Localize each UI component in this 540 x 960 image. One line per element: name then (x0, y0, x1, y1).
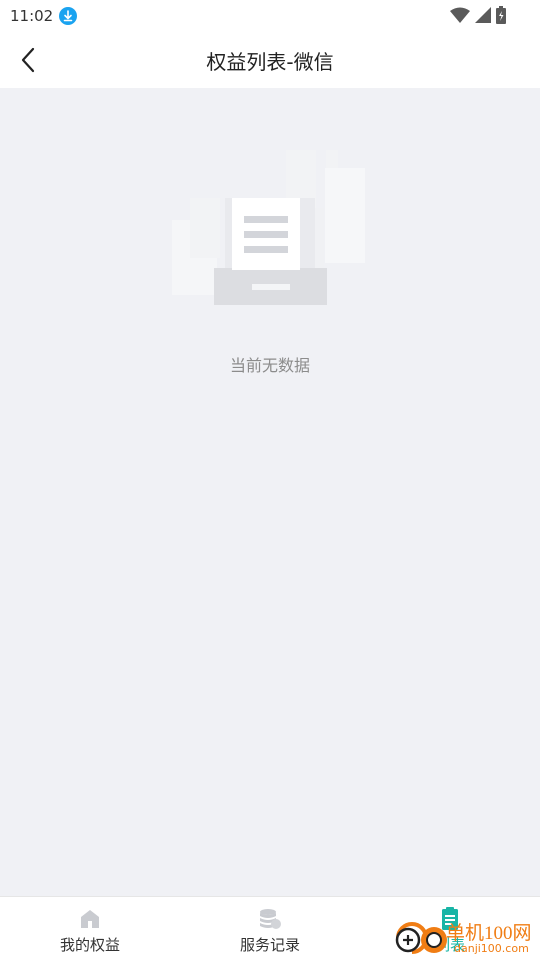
status-icons (450, 6, 506, 24)
tab-label: 我的权益 (59, 936, 120, 954)
watermark-logo (395, 922, 447, 954)
empty-document-icon (172, 150, 365, 305)
watermark: 单机100网 danji100.com (388, 916, 538, 960)
coins-icon (260, 909, 281, 929)
watermark-text: 单机100网 (446, 923, 532, 944)
home-icon (81, 910, 99, 928)
status-time: 11:02 (10, 7, 54, 25)
nav-bar: 权益列表-微信 (0, 32, 540, 88)
watermark-subtext: danji100.com (454, 942, 529, 955)
empty-state-message: 当前无数据 (229, 356, 310, 375)
main-content: 当前无数据 (0, 88, 540, 896)
wifi-icon (450, 7, 470, 23)
tab-label: 服务记录 (239, 936, 300, 954)
signal-icon (475, 7, 491, 23)
status-bar: 11:02 (0, 0, 540, 32)
tab-service-records[interactable]: 服务记录 (180, 897, 360, 960)
download-icon (59, 7, 78, 25)
page-title: 权益列表-微信 (206, 50, 334, 74)
tab-my-benefits[interactable]: 我的权益 (0, 897, 180, 960)
battery-icon (496, 6, 506, 24)
